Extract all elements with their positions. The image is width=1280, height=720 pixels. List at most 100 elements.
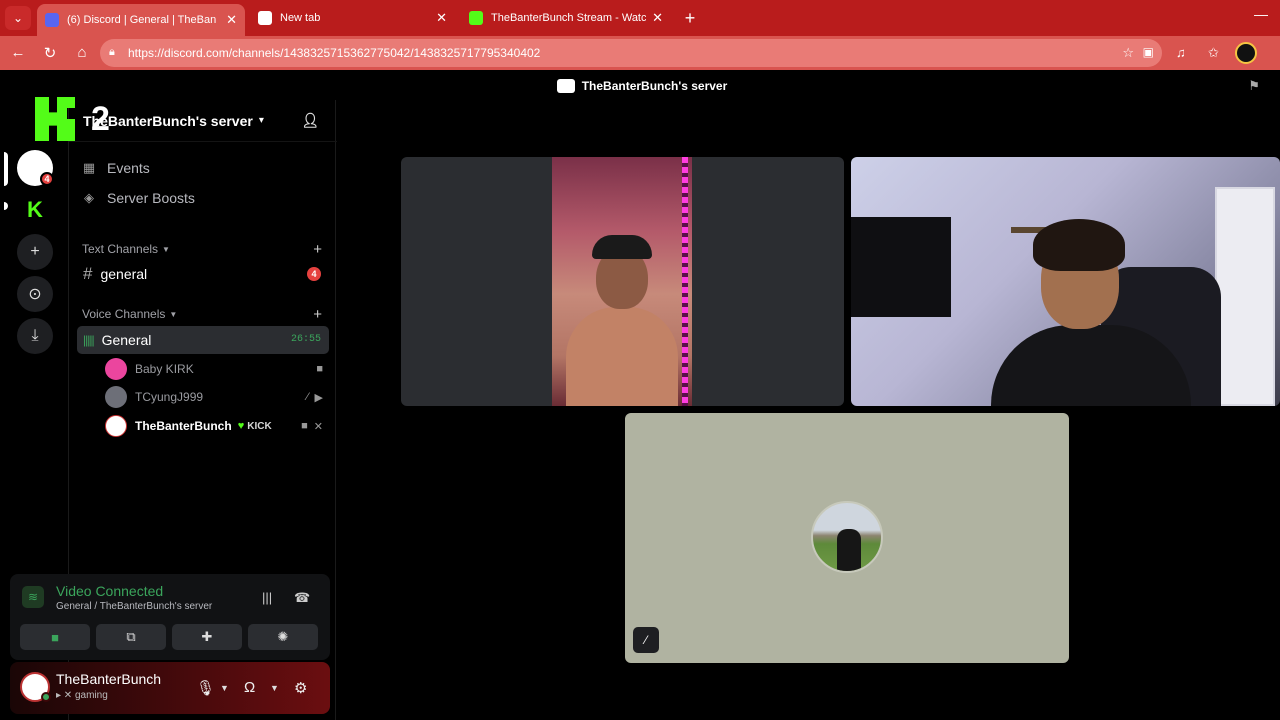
headphones-icon[interactable]: Ω [244, 679, 255, 696]
category-label: Voice Channels [82, 307, 166, 321]
camera-icon: ■ [301, 419, 308, 432]
channel-general-voice[interactable]: ||||| General 26:55 [77, 326, 329, 354]
add-server-icon[interactable]: + [17, 234, 53, 270]
download-icon[interactable]: ⤓ [17, 318, 53, 354]
sidebar-item-server-boosts[interactable]: ◈ Server Boosts [79, 184, 329, 212]
tab-title: New tab [280, 12, 321, 24]
tab-discord[interactable]: (6) Discord | General | TheBan ✕ [37, 4, 245, 36]
avatar [105, 358, 127, 380]
soundboard-button[interactable]: ✺ [248, 624, 318, 650]
voice-channel-sub[interactable]: General / TheBanterBunch's server [56, 601, 212, 612]
user-name[interactable]: TheBanterBunch [56, 671, 161, 687]
close-icon[interactable]: ✕ [436, 10, 447, 26]
voice-user-thebanterbunch[interactable]: TheBanterBunch ♥ KICK ■ ✕ [105, 413, 329, 439]
voice-user-baby-kirk[interactable]: Baby KIRK ■ [105, 356, 329, 382]
webcam-video [552, 157, 692, 406]
kick-logo-overlay: 2 [35, 97, 110, 141]
voice-status[interactable]: Video Connected [56, 583, 163, 599]
channel-general-text[interactable]: # general 4 [77, 260, 329, 288]
kick-server-icon[interactable]: K [17, 192, 53, 228]
window-title: TheBanterBunch's server [581, 79, 728, 93]
voice-connection-panel: ≋ Video Connected General / TheBanterBun… [10, 574, 330, 660]
activities-button[interactable]: ✚ [172, 624, 242, 650]
camera-icon: ■ [316, 363, 323, 375]
mic-muted-icon: ⁄ [306, 390, 309, 403]
profile-avatar[interactable] [1235, 42, 1257, 64]
discord-title-bar: TheBanterBunch's server ⚑ [4, 72, 1280, 100]
settings-gear-icon[interactable]: ⚙ [294, 679, 307, 697]
sidebar-item-label: Server Boosts [107, 190, 195, 206]
browser-tab-bar: ⌄ (6) Discord | General | TheBan ✕ New t… [0, 0, 1280, 36]
chevron-down-icon[interactable]: ▼ [220, 683, 229, 693]
back-arrow-icon[interactable]: ← [9, 44, 27, 61]
chevron-down-icon: ▼ [162, 244, 170, 254]
home-icon[interactable]: ⌂ [73, 44, 91, 61]
server-header[interactable]: 2 TheBanterBunch's server ▾ 👤︎ [35, 97, 337, 142]
voice-channels-category[interactable]: Voice Channels ▼ + [82, 306, 322, 323]
channel-name: General [101, 332, 152, 348]
bookmark-star-icon[interactable]: ☆ [1122, 45, 1134, 61]
calendar-icon: ▦ [82, 160, 96, 175]
noise-suppression-icon[interactable]: ||| [262, 590, 272, 605]
camera-button[interactable]: ■ [20, 624, 90, 650]
avatar [105, 415, 127, 437]
voice-activity-icon: ||||| [83, 333, 95, 347]
disconnect-icon[interactable]: ☎ [294, 590, 310, 606]
user-panel: TheBanterBunch ▸ ✕ gaming 🎙︎ ▼ Ω ▼ ⚙ [10, 662, 330, 714]
call-timer: 26:55 [290, 334, 321, 345]
url-text: https://discord.com/channels/14383257153… [128, 46, 541, 60]
avatar [105, 386, 127, 408]
add-channel-icon[interactable]: + [313, 306, 322, 323]
favorites-icon[interactable]: ✩ [1208, 45, 1219, 61]
tab-title: TheBanterBunch Stream - Watch L [491, 12, 647, 24]
close-icon[interactable]: ✕ [226, 12, 237, 28]
video-tile-user-1[interactable] [401, 157, 844, 406]
new-tab-plus-icon[interactable]: + [680, 8, 700, 29]
overlay-number: 2 [91, 100, 110, 138]
playstation-icon: ▶ [314, 391, 323, 404]
microphone-icon[interactable]: 🎙︎ [196, 679, 215, 697]
kick-tag: ♥ KICK [238, 420, 272, 432]
flag-icon[interactable]: ⚑ [1248, 78, 1260, 94]
screen-share-button[interactable]: ⧉ [96, 624, 166, 650]
kick-tag-label: KICK [247, 420, 272, 432]
voice-user-name: Baby KIRK [135, 362, 194, 376]
user-status-text: gaming [74, 690, 108, 701]
reload-icon[interactable]: ↻ [41, 44, 59, 62]
tab-kick-stream[interactable]: TheBanterBunch Stream - Watch L ✕ [461, 4, 671, 32]
selected-server-pill [4, 152, 8, 186]
server-icon [556, 79, 575, 93]
discord-favicon-icon [45, 13, 59, 27]
chevron-down-icon: ▾ [258, 115, 264, 126]
chevron-down-icon[interactable]: ▼ [270, 683, 279, 693]
minimize-icon[interactable]: — [1254, 6, 1268, 22]
sidebar-item-label: Events [107, 160, 150, 176]
camera-indicator-icon[interactable]: ▣ [1143, 45, 1154, 59]
close-icon[interactable]: ✕ [652, 10, 663, 26]
tab-new-tab[interactable]: New tab ✕ [250, 4, 455, 32]
voice-user-tcyungj999[interactable]: TCyungJ999 ⁄ ▶ [105, 384, 329, 410]
invite-people-icon[interactable]: 👤︎ [301, 112, 319, 129]
chevron-down-icon: ▼ [169, 309, 178, 319]
lock-icon[interactable]: 🔒︎ [109, 46, 115, 59]
boost-icon: ◈ [84, 190, 94, 205]
media-icon[interactable]: ♫ [1176, 45, 1186, 60]
online-status-dot [41, 692, 51, 702]
server-unread-pill [4, 202, 8, 210]
sidebar-item-events[interactable]: ▦ Events [79, 154, 329, 182]
channel-name: general [100, 266, 148, 282]
voice-user-name: TCyungJ999 [135, 390, 204, 404]
signal-icon[interactable]: ≋ [22, 586, 44, 608]
add-channel-icon[interactable]: + [313, 241, 322, 258]
voice-stage: ⁄ [337, 100, 1280, 720]
discover-compass-icon[interactable]: ⊙ [17, 276, 53, 312]
video-tile-user-2[interactable] [851, 157, 1280, 406]
text-channels-category[interactable]: Text Channels ▼ + [82, 241, 322, 258]
tab-search-menu-icon[interactable]: ⌄ [5, 6, 31, 30]
avatar-tile-user-3[interactable]: ⁄ [625, 413, 1069, 663]
swords-icon: ✕ [313, 420, 323, 433]
mic-muted-icon: ⁄ [633, 627, 659, 653]
voice-user-name: TheBanterBunch [135, 419, 232, 433]
hash-icon: # [83, 264, 93, 283]
address-bar[interactable]: 🔒︎ https://discord.com/channels/14383257… [100, 39, 1162, 67]
